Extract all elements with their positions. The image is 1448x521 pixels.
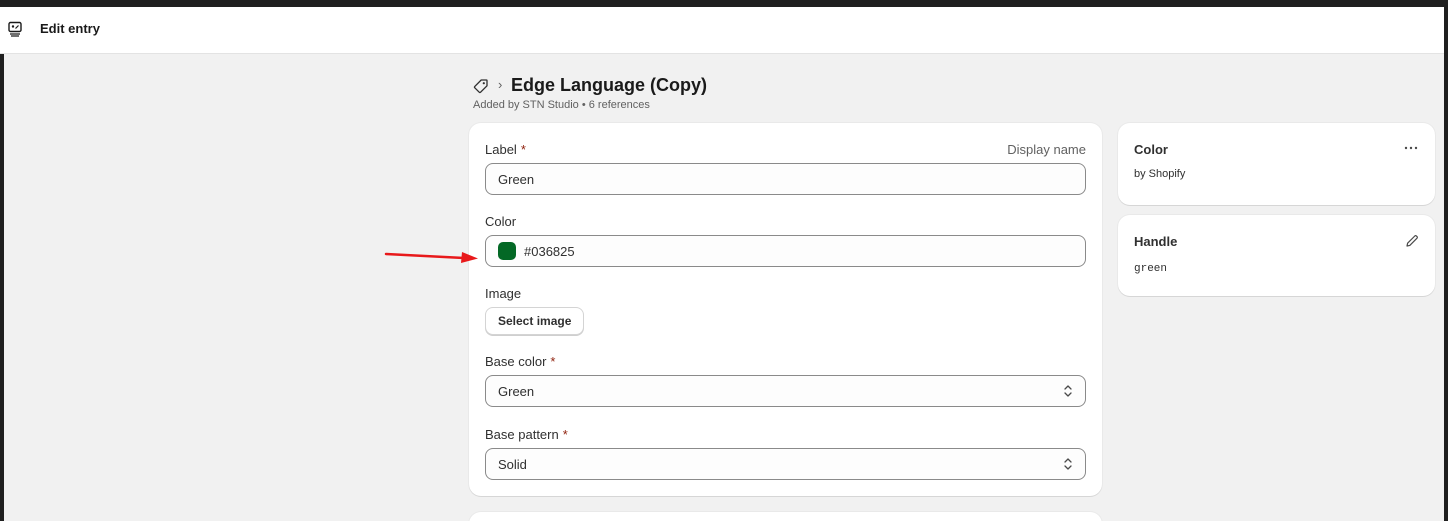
handle-value: green [1134,263,1168,275]
more-horizontal-icon[interactable] [1403,143,1419,153]
color-card-subtitle: by Shopify [1134,168,1186,180]
title-bar: Edit entry [0,7,1444,54]
pencil-icon[interactable] [1405,234,1419,248]
tag-icon[interactable] [473,78,489,94]
select-image-button[interactable]: Select image [485,307,585,335]
select-caret-icon [1064,458,1072,470]
entry-form-card: Label * Display name Green Color #036825 … [469,123,1102,496]
annotation-arrow [384,252,478,263]
label-input-value: Green [498,171,535,187]
app-window-icon [8,21,22,37]
handle-card-title: Handle [1134,234,1178,249]
required-marker: * [562,427,568,442]
base-pattern-value: Solid [498,456,527,472]
breadcrumb-separator: › [498,77,503,92]
base-color-select[interactable]: Green [485,375,1086,407]
color-input-value: #036825 [524,243,575,259]
page-subtitle: Added by STN Studio • 6 references [473,99,650,111]
next-card [469,512,1102,521]
top-border [0,0,1448,7]
base-color-value: Green [498,383,535,399]
select-caret-icon [1064,385,1072,397]
base-pattern-select[interactable]: Solid [485,448,1086,480]
page-title: Edge Language (Copy) [511,75,708,95]
color-definition-card: Color by Shopify [1118,123,1435,205]
display-name-hint: Display name [1007,142,1086,157]
color-swatch[interactable] [498,242,516,260]
handle-card: Handle green [1118,215,1435,296]
base-color-label: Base color * [485,354,556,369]
color-input[interactable]: #036825 [485,235,1086,267]
label-field-label: Label * [485,142,526,157]
left-border [0,0,4,521]
right-border [1444,0,1448,521]
window-title: Edit entry [40,21,100,36]
label-input[interactable]: Green [485,163,1086,195]
required-marker: * [550,354,556,369]
color-field-label: Color [485,214,517,229]
color-card-title: Color [1134,142,1168,157]
image-field-label: Image [485,286,522,301]
required-marker: * [520,142,526,157]
base-pattern-label: Base pattern * [485,427,568,442]
